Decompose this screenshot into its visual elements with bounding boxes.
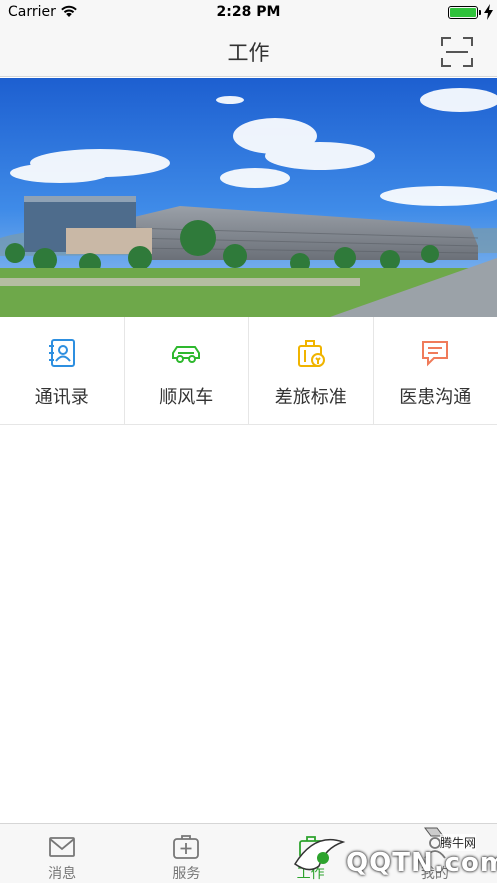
page-title: 工作 (227, 41, 270, 65)
tab-work[interactable]: 工作 (249, 824, 373, 883)
car-icon (172, 346, 201, 363)
luggage-icon (297, 340, 325, 367)
function-grid: 通讯录 顺风车 差旅标准 医患沟通 (0, 317, 497, 425)
clock: 2:28 PM (216, 4, 281, 20)
grid-item-rideshare[interactable]: 顺风车 (125, 317, 249, 425)
tab-services[interactable]: 服务 (124, 824, 248, 883)
grid-item-travel-standard[interactable]: 差旅标准 (249, 317, 374, 425)
grid-item-contacts[interactable]: 通讯录 (0, 317, 125, 425)
profile-icon (424, 837, 446, 859)
grid-item-label: 通讯录 (34, 387, 89, 408)
contacts-icon (48, 339, 75, 367)
scan-icon[interactable] (440, 36, 474, 68)
navigation-bar: 工作 (0, 24, 497, 77)
tab-bar: 消息 服务 工作 我的 (0, 823, 497, 883)
status-bar: Carrier 2:28 PM (0, 0, 497, 24)
tab-label: 工作 (296, 866, 325, 882)
battery-cap (479, 10, 481, 15)
tab-profile[interactable]: 我的 (373, 824, 497, 883)
grid-item-label: 医患沟通 (399, 387, 472, 408)
grid-item-label: 差旅标准 (274, 387, 347, 408)
tab-label: 我的 (420, 866, 449, 882)
medical-kit-icon (173, 835, 200, 859)
work-icon (298, 836, 323, 858)
grid-item-doctor-patient-chat[interactable]: 医患沟通 (374, 317, 497, 425)
campus-photo (0, 78, 497, 317)
tab-label: 消息 (48, 866, 77, 882)
charging-icon (484, 4, 493, 20)
chat-icon (422, 341, 449, 367)
tab-label: 服务 (172, 866, 201, 882)
tab-messages[interactable]: 消息 (0, 824, 124, 883)
mail-icon (49, 837, 76, 857)
grid-item-label: 顺风车 (159, 387, 214, 408)
banner-image[interactable] (0, 78, 497, 317)
battery-icon (448, 6, 478, 19)
